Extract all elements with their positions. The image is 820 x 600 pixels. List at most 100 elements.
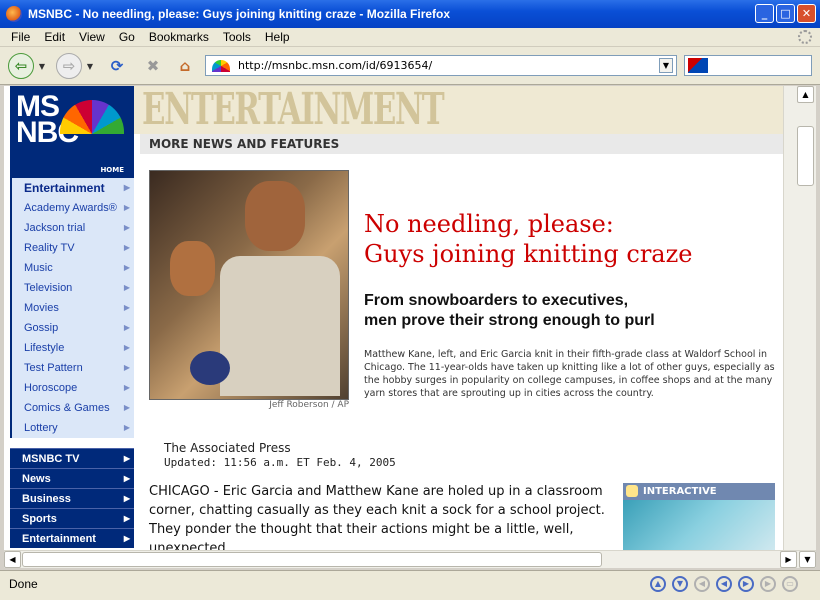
msnbc-logo[interactable]: MS NBC HOME — [10, 86, 134, 178]
forward-button[interactable]: ⇨ — [56, 53, 82, 79]
nav-item-label: Music — [24, 262, 53, 274]
menu-bar: File Edit View Go Bookmarks Tools Help — [0, 28, 820, 47]
menu-file[interactable]: File — [11, 30, 30, 44]
chevron-right-icon: ▶ — [123, 243, 130, 252]
status-text: Done — [9, 577, 38, 591]
subhead-line: From snowboarders to executives, — [364, 292, 629, 309]
nav-item-label: Horoscope — [24, 382, 78, 394]
menu-tools[interactable]: Tools — [223, 30, 251, 44]
chevron-right-icon: ▶ — [123, 303, 130, 312]
scroll-down-button[interactable]: ▼ — [799, 551, 816, 568]
menu-edit[interactable]: Edit — [44, 30, 65, 44]
nav-first-icon[interactable]: ◀ — [694, 576, 710, 592]
menu-bookmarks[interactable]: Bookmarks — [149, 30, 209, 44]
chevron-right-icon: ▶ — [123, 283, 130, 292]
home-icon[interactable]: ⌂ — [172, 53, 198, 79]
chevron-right-icon: ▶ — [123, 423, 130, 432]
window-titlebar: MSNBC - No needling, please: Guys joinin… — [0, 0, 820, 28]
scroll-up-button[interactable]: ▲ — [797, 86, 814, 103]
window-controls: _ □ ✕ — [755, 4, 816, 23]
chevron-right-icon: ▶ — [123, 514, 130, 523]
horizontal-scroll-thumb[interactable] — [22, 552, 602, 567]
page-up-icon[interactable]: ▲ — [650, 576, 666, 592]
nav-item-test-pattern[interactable]: Test Pattern ▶ — [12, 358, 134, 378]
nav-item-label: Entertainment — [22, 533, 96, 545]
nav-item-sports[interactable]: Sports ▶ — [10, 508, 134, 528]
nav-next-icon[interactable]: ▶ — [738, 576, 754, 592]
nav-prev-icon[interactable]: ◀ — [716, 576, 732, 592]
nav-item-lifestyle[interactable]: Lifestyle ▶ — [12, 338, 134, 358]
folder-icon[interactable]: ▭ — [782, 576, 798, 592]
nav-item-television[interactable]: Television ▶ — [12, 278, 134, 298]
nav-item-horoscope[interactable]: Horoscope ▶ — [12, 378, 134, 398]
nav-item-jackson-trial[interactable]: Jackson trial ▶ — [12, 218, 134, 238]
chevron-right-icon: ▶ — [123, 534, 130, 543]
back-dropdown-icon[interactable]: ▼ — [36, 53, 48, 79]
nav-item-entertainment[interactable]: Entertainment ▶ — [12, 178, 134, 198]
address-dropdown-icon[interactable]: ▼ — [659, 58, 673, 73]
article-updated: Updated: 11:56 a.m. ET Feb. 4, 2005 — [164, 456, 396, 469]
section-banner-text: ENTERTAINMENT — [142, 86, 445, 135]
nav-item-label: Test Pattern — [24, 362, 83, 374]
scroll-left-button[interactable]: ◀ — [4, 551, 21, 568]
article-headline: No needling, please: Guys joining knitti… — [364, 209, 774, 269]
subhead-line: men prove their strong enough to purl — [364, 312, 655, 329]
nav-item-msnbc-tv[interactable]: MSNBC TV ▶ — [10, 448, 134, 468]
reload-icon[interactable]: ⟳ — [104, 53, 130, 79]
chevron-right-icon: ▶ — [123, 383, 130, 392]
nav-item-academy-awards[interactable]: Academy Awards® ▶ — [12, 198, 134, 218]
nav-item-reality-tv[interactable]: Reality TV ▶ — [12, 238, 134, 258]
nav-item-comics-games[interactable]: Comics & Games ▶ — [12, 398, 134, 418]
forward-dropdown-icon[interactable]: ▼ — [84, 53, 96, 79]
stop-icon[interactable]: ✖ — [140, 53, 166, 79]
search-engine-icon[interactable] — [688, 58, 708, 73]
page-down-icon[interactable]: ▼ — [672, 576, 688, 592]
nav-item-entertainment-2[interactable]: Entertainment ▶ — [10, 528, 134, 548]
secondary-nav: MSNBC TV ▶ News ▶ Business ▶ Sports ▶ Entert… — [10, 448, 134, 548]
status-bar: Done ▲ ▼ ◀ ◀ ▶ ▶ ▭ — [0, 570, 820, 600]
photo-figure — [170, 241, 215, 296]
nav-item-news[interactable]: News ▶ — [10, 468, 134, 488]
menu-go[interactable]: Go — [119, 30, 135, 44]
chevron-right-icon: ▶ — [123, 403, 130, 412]
close-button[interactable]: ✕ — [797, 4, 816, 23]
photo-figure — [245, 181, 305, 251]
menu-view[interactable]: View — [79, 30, 105, 44]
page-content: MS NBC HOME ENTERTAINMENT MORE NEWS AND F… — [4, 86, 783, 550]
search-box[interactable] — [684, 55, 812, 76]
minimize-button[interactable]: _ — [755, 4, 774, 23]
scroll-right-button[interactable]: ▶ — [780, 551, 797, 568]
nav-item-gossip[interactable]: Gossip ▶ — [12, 318, 134, 338]
site-favicon-icon — [212, 59, 230, 72]
nav-item-label: Lifestyle — [24, 342, 65, 354]
chevron-right-icon: ▶ — [123, 183, 130, 192]
vertical-scrollbar[interactable]: ▲ — [783, 86, 816, 550]
nav-item-business[interactable]: Business ▶ — [10, 488, 134, 508]
article-subhead: From snowboarders to executives, men pro… — [364, 291, 774, 331]
address-url[interactable]: http://msnbc.msn.com/id/6913654/ — [238, 59, 432, 72]
nav-last-icon[interactable]: ▶ — [760, 576, 776, 592]
maximize-button[interactable]: □ — [776, 4, 795, 23]
nav-item-label: Jackson trial — [24, 222, 86, 234]
hand-pointer-icon — [626, 485, 638, 497]
horizontal-scrollbar[interactable]: ◀ ▶ ▼ — [4, 550, 816, 568]
back-button[interactable]: ⇦ — [8, 53, 34, 79]
photo-credit: Jeff Roberson / AP — [269, 400, 349, 410]
nav-item-movies[interactable]: Movies ▶ — [12, 298, 134, 318]
article-body: CHICAGO - Eric Garcia and Matthew Kane a… — [149, 484, 605, 550]
vertical-scroll-thumb[interactable] — [797, 126, 814, 186]
window-title: MSNBC - No needling, please: Guys joinin… — [28, 7, 451, 21]
chevron-right-icon: ▶ — [123, 454, 130, 463]
menu-help[interactable]: Help — [265, 30, 290, 44]
nav-item-music[interactable]: Music ▶ — [12, 258, 134, 278]
logo-home-label: HOME — [100, 166, 124, 174]
interactive-header: INTERACTIVE — [623, 483, 775, 500]
chevron-right-icon: ▶ — [123, 363, 130, 372]
chevron-right-icon: ▶ — [123, 474, 130, 483]
interactive-box[interactable]: INTERACTIVE — [623, 483, 775, 550]
photo-yarn — [190, 351, 230, 385]
address-bar[interactable]: http://msnbc.msn.com/id/6913654/ ▼ — [205, 55, 677, 76]
interactive-thumbnail[interactable] — [623, 500, 775, 550]
nav-item-lottery[interactable]: Lottery ▶ — [12, 418, 134, 438]
chevron-right-icon: ▶ — [123, 323, 130, 332]
